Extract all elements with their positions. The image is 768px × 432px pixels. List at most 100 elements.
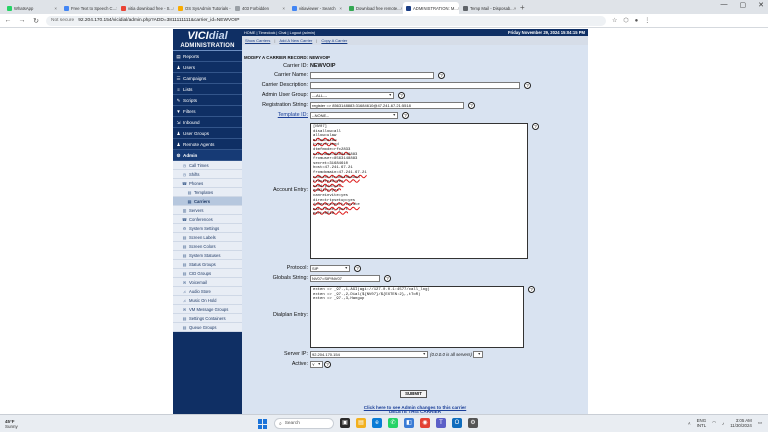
dialplan-entry-textarea[interactable]: exten => _97.,1,AGI(agi://127.0.0.1:4577… (310, 286, 524, 348)
tab-close-icon[interactable]: × (116, 6, 117, 11)
admin-changes-link[interactable]: Click here to see Admin changes to this … (242, 405, 588, 410)
reload-icon[interactable]: ↻ (32, 17, 40, 25)
new-tab-button[interactable]: + (520, 2, 525, 14)
help-icon[interactable]: ? (438, 72, 445, 79)
admin-subitem-vm-message-groups[interactable]: ✉ VM Message Groups (173, 305, 242, 314)
star-icon[interactable]: ☆ (612, 17, 617, 24)
sidebar-item-scripts[interactable]: ✎ Scripts (173, 95, 242, 106)
file-explorer-icon[interactable]: ▤ (356, 418, 366, 428)
windows-start-icon[interactable] (258, 419, 268, 429)
forward-icon[interactable]: → (18, 17, 26, 24)
admin-user-group-select[interactable]: ---ALL--- ▼ (310, 92, 394, 99)
weather-widget[interactable]: 45°F Sunny (5, 419, 18, 429)
sidebar-item-campaigns[interactable]: ☰ Campaigns (173, 73, 242, 84)
admin-subitem-settings-containers[interactable]: ▤ Settings Containers (173, 314, 242, 323)
taskbar-search-input[interactable]: ⌕ Search (274, 418, 334, 429)
admin-subitem-phones[interactable]: ☎ Phones (173, 179, 242, 188)
tab-close-icon[interactable]: × (54, 6, 57, 11)
admin-subitem-queue-groups[interactable]: ▤ Queue Groups (173, 323, 242, 332)
sidebar-item-user-groups[interactable]: ♟ User Groups (173, 128, 242, 139)
copy-carrier-link[interactable]: Copy A Carrier (321, 38, 347, 43)
admin-subitem-call-times[interactable]: ◷ Call Times (173, 161, 242, 170)
tab-close-icon[interactable]: × (401, 6, 402, 11)
globals-string-input[interactable]: NV07=SIP/NV07 (310, 275, 380, 282)
sidebar-item-remote-agents[interactable]: ♟ Remote Agents (173, 139, 242, 150)
submit-button[interactable]: SUBMIT (400, 390, 427, 398)
minimize-icon[interactable]: — (721, 1, 728, 9)
sidebar-item-reports[interactable]: ▤ Reports (173, 51, 242, 62)
url-input[interactable]: Not secure 92.204.170.154/vicidial/admin… (46, 15, 606, 26)
help-icon[interactable]: ? (532, 123, 539, 130)
help-icon[interactable]: ? (524, 82, 531, 89)
tab-close-icon[interactable]: × (458, 6, 459, 11)
template-id-link[interactable]: Template ID: (242, 112, 310, 119)
settings-icon[interactable]: ⚙ (468, 418, 478, 428)
active-select[interactable]: Y ▼ (310, 361, 323, 368)
sidebar-item-inbound[interactable]: ⇲ Inbound (173, 117, 242, 128)
profile-icon[interactable]: ● (635, 18, 639, 24)
server-note-select[interactable]: ▼ (472, 351, 483, 358)
browser-tab[interactable]: vitiaviewer - Search × (289, 2, 345, 14)
admin-subitem-voicemail[interactable]: ✉ Voicemail (173, 278, 242, 287)
edge-icon[interactable]: e (372, 418, 382, 428)
task-view-icon[interactable]: ▣ (340, 418, 350, 428)
carrier-name-input[interactable] (310, 72, 434, 79)
store-icon[interactable]: ◧ (404, 418, 414, 428)
show-carriers-link[interactable]: Show Carriers (245, 38, 270, 43)
browser-tab[interactable]: Free Text to Speech C...× (61, 2, 117, 14)
notification-icon[interactable]: ▭ (758, 420, 762, 426)
admin-subitem-carriers[interactable]: ▤ Carriers (173, 197, 242, 206)
outlook-icon[interactable]: O (452, 418, 462, 428)
browser-tab[interactable]: vitia download free - S...× (118, 2, 174, 14)
admin-subitem-status-groups[interactable]: ▤ Status Groups (173, 260, 242, 269)
sidebar-item-users[interactable]: ♟ Users (173, 62, 242, 73)
admin-subitem-audio-store[interactable]: ♫ Audio Store (173, 287, 242, 296)
vicidial-logo[interactable]: VICI dial (173, 29, 242, 43)
back-icon[interactable]: ← (4, 17, 12, 24)
browser-tab[interactable]: 403 Forbidden × (232, 2, 288, 14)
help-icon[interactable]: ? (324, 361, 331, 368)
extension-icon[interactable]: ⬡ (623, 17, 628, 24)
browser-tab[interactable]: Temp Mail - Disposab... × (460, 2, 516, 14)
admin-subitem-system-settings[interactable]: ⚙ System Settings (173, 224, 242, 233)
browser-tab[interactable]: Download free remote...× (346, 2, 402, 14)
template-id-select[interactable]: --NONE-- ▼ (310, 112, 398, 119)
help-icon[interactable]: ? (528, 286, 535, 293)
wifi-icon[interactable]: ◠ (712, 420, 716, 426)
chevron-up-icon[interactable]: ˄ (688, 421, 691, 426)
carrier-description-input[interactable] (310, 82, 520, 89)
admin-subitem-servers[interactable]: ▥ Servers (173, 206, 242, 215)
account-entry-textarea[interactable]: [NV07] disallow=all allow=ulaw allow=alaw ty… (310, 123, 528, 259)
sidebar-item-lists[interactable]: ≡ Lists (173, 84, 242, 95)
browser-tab[interactable]: ADMINISTRATION: M...× (403, 2, 459, 14)
help-icon[interactable]: ? (384, 275, 391, 282)
browser-tab[interactable]: WhatsApp × (4, 2, 60, 14)
whatsapp-icon[interactable]: ✆ (388, 418, 398, 428)
tab-close-icon[interactable]: × (339, 6, 342, 11)
admin-subitem-music-on-hold[interactable]: ♫ Music On Hold (173, 296, 242, 305)
admin-subitem-templates[interactable]: ▤ Templates (173, 188, 242, 197)
registration-string-input[interactable]: register => 8563148883:31684610@47.241.6… (310, 102, 464, 109)
admin-subitem-screen-labels[interactable]: ▤ Screen Labels (173, 233, 242, 242)
sidebar-item-filters[interactable]: ▼ Filters (173, 106, 242, 117)
tab-close-icon[interactable]: × (282, 6, 285, 11)
admin-subitem-cid-groups[interactable]: ▤ CID Groups (173, 269, 242, 278)
help-icon[interactable]: ? (402, 112, 409, 119)
browser-tab[interactable]: OS SysAdmin Tutorials -... × (175, 2, 231, 14)
add-carrier-link[interactable]: Add A New Carrier (279, 38, 312, 43)
teams-icon[interactable]: T (436, 418, 446, 428)
help-icon[interactable]: ? (398, 92, 405, 99)
admin-subitem-conferences[interactable]: ☎ Conferences (173, 215, 242, 224)
taskbar-clock[interactable]: 3:05 AM 11/30/2024 (730, 418, 752, 428)
menu-icon[interactable]: ⋮ (644, 17, 650, 24)
close-icon[interactable]: ✕ (758, 1, 764, 9)
maximize-icon[interactable]: ▢ (740, 1, 747, 9)
chrome-icon[interactable]: ◉ (420, 418, 430, 428)
sidebar-item-admin[interactable]: ⚙ Admin (173, 150, 242, 161)
admin-subitem-shifts[interactable]: ◷ Shifts (173, 170, 242, 179)
admin-subitem-screen-colors[interactable]: ▤ Screen Colors (173, 242, 242, 251)
volume-icon[interactable]: ♪ (722, 421, 724, 426)
help-icon[interactable]: ? (468, 102, 475, 109)
protocol-select[interactable]: SIP ▼ (310, 265, 350, 272)
language-indicator[interactable]: ENG INTL (697, 418, 707, 428)
